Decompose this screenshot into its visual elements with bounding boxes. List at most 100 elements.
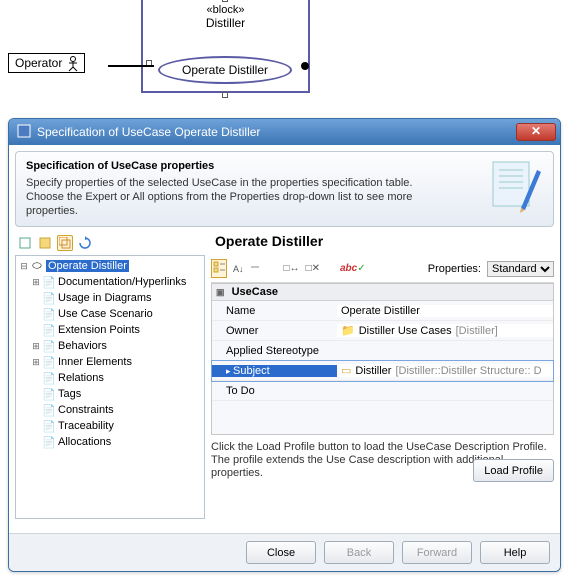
tree-item[interactable]: ⊞📄Inner Elements [16,354,204,370]
actor-box[interactable]: Operator [8,53,85,73]
tree-item[interactable]: ⊟⬭Operate Distiller [16,258,204,274]
tree-item-label: Documentation/Hyperlinks [58,276,186,288]
property-section-header[interactable]: ▣ UseCase [212,284,553,301]
block-header: «block» Distiller [143,0,308,30]
tree-item[interactable]: 📄Constraints [16,402,204,418]
block-stereotype: «block» [143,4,308,16]
block-name: Distiller [143,16,308,30]
tree-item-label: Extension Points [58,324,140,336]
tree-item-icon: 📄 [42,292,56,305]
tree-item-label: Behaviors [58,340,107,352]
tree-item-icon: 📄 [42,356,56,369]
property-name: Applied Stereotype [212,345,337,357]
tree-item-icon: 📄 [42,372,56,385]
titlebar[interactable]: Specification of UseCase Operate Distill… [9,119,560,145]
tree-item[interactable]: 📄Usage in Diagrams [16,290,204,306]
properties-mode-select[interactable]: Standard [487,261,554,277]
header-description: Specify properties of the selected UseCa… [26,176,446,218]
properties-panel: Operate Distiller A↓ □↔ □✕ abc✓ Properti… [211,233,554,523]
sort-icon[interactable]: A↓ [233,264,244,274]
tree-item[interactable]: ⊞📄Documentation/Hyperlinks [16,274,204,290]
stick-figure-icon [66,56,80,75]
tree-toolbar [15,233,205,255]
property-value[interactable]: 📁Distiller Use Cases [Distiller] [337,324,553,337]
tree-item-icon: 📄 [42,340,56,353]
tree-item[interactable]: 📄Tags [16,386,204,402]
back-button[interactable]: Back [324,541,394,564]
forward-button[interactable]: Forward [402,541,472,564]
abc-check-icon[interactable]: abc✓ [340,263,366,274]
tree-item-label: Traceability [58,420,114,432]
properties-toolbar: A↓ □↔ □✕ abc✓ Properties: Standard [211,257,554,283]
tree-item[interactable]: 📄Use Case Scenario [16,306,204,322]
hint-text: Click the Load Profile button to load th… [211,441,554,480]
property-value[interactable]: Operate Distiller [337,305,553,317]
tree-item-icon: 📄 [42,276,56,289]
uml-diagram: Operator «block» Distiller Operate Disti… [0,0,567,110]
show-icon[interactable]: □↔ [284,263,300,274]
collapse-icon[interactable]: ▣ [216,287,225,297]
document-pencil-icon [487,158,545,219]
load-profile-button[interactable]: Load Profile [473,459,554,482]
tree-item-icon: 📄 [42,324,56,337]
association-line[interactable] [108,65,154,67]
property-row[interactable]: Applied Stereotype [212,341,553,361]
close-button[interactable]: Close [246,541,316,564]
view-icon[interactable] [17,235,33,251]
categorize-icon[interactable] [211,259,227,278]
tree-item-label: Usage in Diagrams [58,292,152,304]
property-row[interactable]: NameOperate Distiller [212,301,553,321]
navigation-tree[interactable]: ⊟⬭Operate Distiller⊞📄Documentation/Hyper… [15,255,205,519]
tree-item-icon: 📄 [42,420,56,433]
tree-item-label: Relations [58,372,104,384]
tree-item[interactable]: 📄Relations [16,370,204,386]
block-icon: ▭ [341,364,351,377]
header-panel: Specification of UseCase properties Spec… [15,151,554,227]
expand-toggle[interactable]: ⊞ [30,341,42,352]
element-icon[interactable] [37,235,53,251]
help-button[interactable]: Help [480,541,550,564]
folder-icon: 📁 [341,324,355,337]
copy-icon[interactable] [57,235,73,251]
selection-handle[interactable] [222,0,228,2]
tree-item[interactable]: ⊞📄Behaviors [16,338,204,354]
property-name: Subject [212,365,337,377]
properties-grid[interactable]: ▣ UseCase NameOperate DistillerOwner📁Dis… [211,283,554,435]
tree-item-label: Use Case Scenario [58,308,153,320]
property-name: Owner [212,325,337,337]
expand-toggle[interactable]: ⊞ [30,277,42,288]
tree-item[interactable]: 📄Extension Points [16,322,204,338]
expand-toggle[interactable]: ⊞ [30,357,42,368]
tree-item-label: Allocations [58,436,111,448]
property-name: Name [212,305,337,317]
tree-item-label: Operate Distiller [46,260,129,272]
close-window-button[interactable]: ✕ [516,123,556,141]
tree-item-label: Tags [58,388,81,400]
expand-icon[interactable] [250,262,260,275]
tree-item-icon: 📄 [42,436,56,449]
property-row[interactable]: To Do [212,381,553,401]
refresh-icon[interactable] [77,235,93,251]
hide-icon[interactable]: □✕ [306,263,320,274]
property-row[interactable]: Owner📁Distiller Use Cases [Distiller] [212,321,553,341]
tree-item[interactable]: 📄Allocations [16,434,204,450]
tree-item[interactable]: 📄Traceability [16,418,204,434]
dialog-footer: Close Back Forward Help [9,533,560,571]
property-value[interactable]: ▭Distiller [Distiller::Distiller Structu… [337,364,553,377]
property-row[interactable]: Subject▭Distiller [Distiller::Distiller … [212,361,553,381]
expand-toggle[interactable]: ⊟ [18,261,30,272]
element-title: Operate Distiller [215,233,554,249]
tree-item-icon: 📄 [42,388,56,401]
section-title: UseCase [232,286,278,298]
tree-item-icon: ⬭ [30,260,44,273]
tree-item-icon: 📄 [42,308,56,321]
selection-handle[interactable] [222,92,228,98]
properties-label: Properties: [428,263,481,275]
actor-label: Operator [15,56,62,70]
port-dot[interactable] [301,62,309,70]
app-icon [17,124,31,141]
titlebar-text: Specification of UseCase Operate Distill… [37,125,516,139]
tree-item-icon: 📄 [42,404,56,417]
usecase-ellipse[interactable]: Operate Distiller [158,56,292,84]
property-name: To Do [212,385,337,397]
